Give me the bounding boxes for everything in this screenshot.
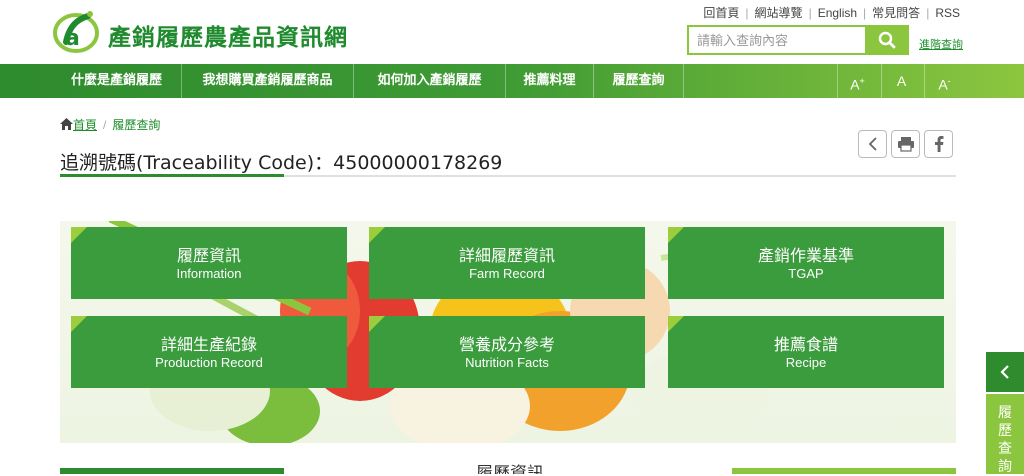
trace-tiles-panel: 履歷資訊 Information 詳細履歷資訊 Farm Record 產銷作業… xyxy=(60,221,956,443)
section-bar-left xyxy=(60,468,284,474)
title-divider-accent xyxy=(60,174,284,177)
tile-title-zh: 履歷資訊 xyxy=(176,246,241,265)
tile-title-en: Recipe xyxy=(785,355,827,370)
tile-title-en: Information xyxy=(176,266,242,281)
printer-icon xyxy=(897,137,914,152)
font-size-large-label: A xyxy=(850,76,860,93)
site-logo[interactable]: a 產銷履歷農產品資訊網 xyxy=(52,8,352,54)
tile-corner xyxy=(668,316,684,332)
tile-corner xyxy=(668,227,684,243)
toplink-english[interactable]: English xyxy=(818,6,857,20)
nav-item-what-is[interactable]: 什麼是產銷履歷 xyxy=(52,64,182,98)
tile-title-zh: 詳細生產紀錄 xyxy=(160,335,257,354)
tile-title-en: TGAP xyxy=(788,266,824,281)
side-panel-toggle-button[interactable] xyxy=(986,352,1024,392)
section-bar-right xyxy=(732,468,956,474)
tile-tgap[interactable]: 產銷作業基準 TGAP xyxy=(668,227,944,299)
breadcrumb-separator: / xyxy=(103,118,107,132)
side-tab-trace-query[interactable]: 履歷查詢 xyxy=(986,394,1024,475)
tile-corner xyxy=(369,227,385,243)
nav-item-buy[interactable]: 我想購買產銷履歷商品 xyxy=(182,64,354,98)
search-box xyxy=(687,25,909,55)
nav-item-join[interactable]: 如何加入產銷履歷 xyxy=(354,64,506,98)
font-size-large-mark: + xyxy=(859,76,865,86)
nav-item-recipes[interactable]: 推薦料理 xyxy=(506,64,594,98)
font-size-large-button[interactable]: A+ xyxy=(837,64,877,98)
separator: | xyxy=(808,6,812,20)
svg-text:a: a xyxy=(65,26,80,51)
toplink-home[interactable]: 回首頁 xyxy=(703,6,739,20)
tile-corner xyxy=(369,316,385,332)
page-title: 追溯號碼(Traceability Code)：45000000178269 xyxy=(60,152,503,174)
side-tab-label: 履歷查詢 xyxy=(998,405,1012,475)
nav-item-trace-query[interactable]: 履歷查詢 xyxy=(594,64,684,98)
breadcrumb: 首頁 / 履歷查詢 xyxy=(60,116,160,133)
font-size-small-mark: - xyxy=(947,76,951,86)
tile-title-zh: 產銷作業基準 xyxy=(757,246,854,265)
search-icon xyxy=(878,31,896,49)
tile-farm-record[interactable]: 詳細履歷資訊 Farm Record xyxy=(369,227,645,299)
facebook-share-button[interactable] xyxy=(924,130,953,158)
separator: | xyxy=(926,6,930,20)
chevron-left-icon xyxy=(868,137,877,151)
font-size-medium-button[interactable]: A xyxy=(881,64,921,98)
tile-corner xyxy=(71,316,87,332)
tile-title-zh: 營養成分參考 xyxy=(458,335,555,354)
font-size-small-label: A xyxy=(938,76,948,93)
tile-title-en: Production Record xyxy=(155,355,263,370)
chevron-left-icon xyxy=(1000,365,1009,379)
tile-nutrition-facts[interactable]: 營養成分參考 Nutrition Facts xyxy=(369,316,645,388)
toplink-sitemap[interactable]: 網站導覽 xyxy=(755,6,803,20)
section-heading: 履歷資訊 xyxy=(476,464,544,474)
separator: | xyxy=(745,6,749,20)
tile-title-zh: 推薦食譜 xyxy=(773,335,838,354)
main-nav: 什麼是產銷履歷 我想購買產銷履歷商品 如何加入產銷履歷 推薦料理 履歷查詢 A+… xyxy=(0,64,1024,98)
logo-icon: a xyxy=(53,11,99,53)
search-input[interactable] xyxy=(689,27,881,53)
top-links: 回首頁 | 網站導覽 | English | 常見問答 | RSS xyxy=(703,4,960,21)
toplink-rss[interactable]: RSS xyxy=(935,6,960,20)
tile-title-en: Farm Record xyxy=(469,266,545,281)
breadcrumb-current: 履歷查詢 xyxy=(112,118,161,132)
back-button[interactable] xyxy=(858,130,887,158)
site-title: 產銷履歷農產品資訊網 xyxy=(108,25,348,51)
home-icon xyxy=(60,118,73,130)
separator: | xyxy=(863,6,867,20)
tile-title-zh: 詳細履歷資訊 xyxy=(458,246,555,265)
font-size-medium-label: A xyxy=(896,73,907,89)
toplink-faq[interactable]: 常見問答 xyxy=(872,6,920,20)
breadcrumb-home[interactable]: 首頁 xyxy=(73,118,97,132)
site-header: a 產銷履歷農產品資訊網 回首頁 | 網站導覽 | English | 常見問答 | RSS 進… xyxy=(0,0,1024,64)
search-button[interactable] xyxy=(865,25,909,55)
font-size-small-button[interactable]: A- xyxy=(924,64,964,98)
tile-corner xyxy=(71,227,87,243)
advanced-search-link[interactable]: 進階查詢 xyxy=(919,36,963,52)
facebook-icon xyxy=(934,136,943,152)
tile-production-record[interactable]: 詳細生產紀錄 Production Record xyxy=(71,316,347,388)
tile-title-en: Nutrition Facts xyxy=(465,355,549,370)
tile-recipe[interactable]: 推薦食譜 Recipe xyxy=(668,316,944,388)
print-button[interactable] xyxy=(891,130,920,158)
tile-information[interactable]: 履歷資訊 Information xyxy=(71,227,347,299)
